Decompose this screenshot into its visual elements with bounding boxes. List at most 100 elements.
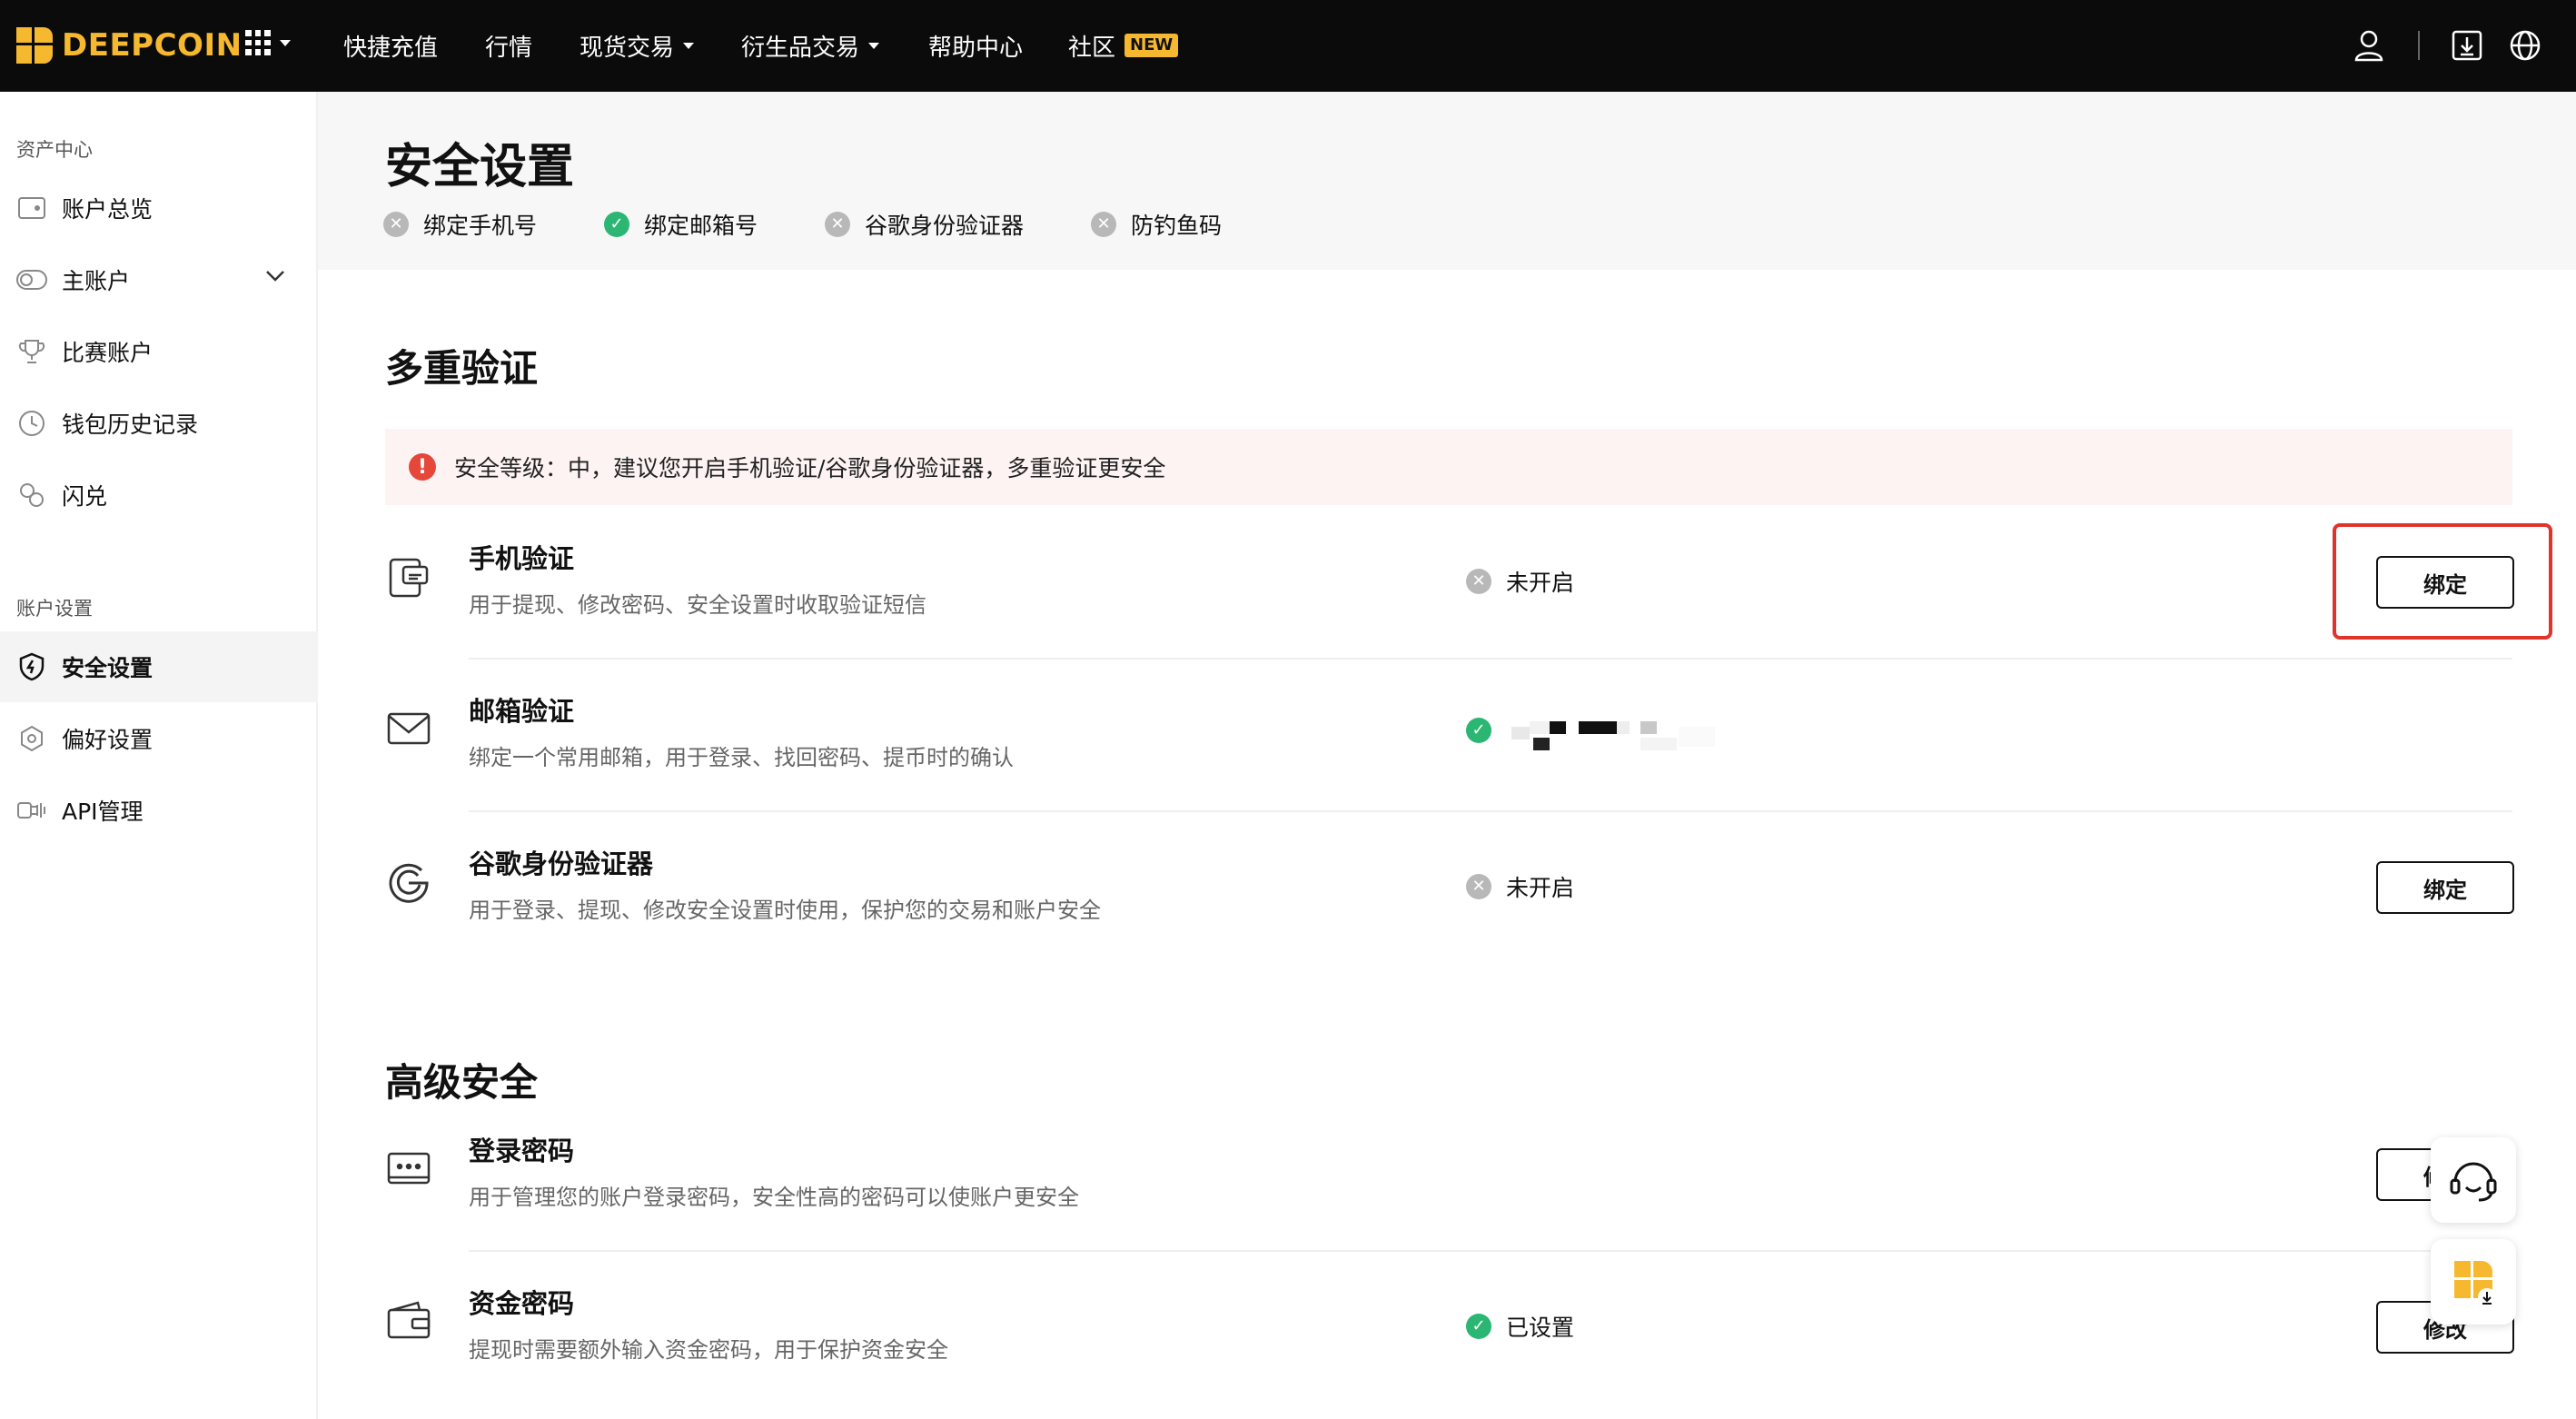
status-indicator: ✕ 未开启 [1466,565,1574,598]
password-icon [387,1152,431,1185]
highlight-annotation [2333,523,2552,640]
grid-icon [245,30,271,55]
summary-anti-phishing-code: ✕ 防钓鱼码 [1091,208,1222,241]
security-summary: ✕ 绑定手机号 ✓ 绑定邮箱号 ✕ 谷歌身份验证器 ✕ 防钓鱼码 [383,208,1289,241]
summary-label: 谷歌身份验证器 [865,213,1025,239]
row-description: 绑定一个常用邮箱，用于登录、找回密码、提币时的确认 [469,745,1014,770]
wallet-icon [387,1301,431,1339]
row-title: 登录密码 [469,1136,575,1166]
swap-icon [16,480,47,511]
nav-derivatives[interactable]: 衍生品交易 [741,27,880,64]
google-icon [389,863,429,903]
check-icon: ✓ [604,212,630,237]
sidebar-item-main-account[interactable]: 主账户 [0,244,318,315]
page-title: 安全设置 [385,140,575,194]
row-description: 用于提现、修改密码、安全设置时收取验证短信 [469,592,926,618]
bind-google-authenticator-button[interactable]: 绑定 [2376,861,2514,914]
deepcoin-logo[interactable]: DEEPCOIN [16,25,243,65]
sidebar-item-competition-account[interactable]: 比赛账户 [0,316,318,387]
sidebar-group-assets: 资产中心 [16,139,93,161]
email-verification-row: 邮箱验证 绑定一个常用邮箱，用于登录、找回密码、提币时的确认 ✓ [385,660,2512,812]
fund-password-row: 资金密码 提现时需要额外输入资金密码，用于保护资金安全 ✓ 已设置 修改 [385,1252,2514,1404]
nav-spot-trading[interactable]: 现货交易 [580,27,695,64]
user-profile-button[interactable] [2351,25,2387,65]
sidebar-item-security-settings[interactable]: 安全设置 [0,631,318,702]
chevron-down-icon [683,42,695,49]
email-icon [387,712,431,745]
chevron-down-icon [280,39,291,46]
security-level-alert: ! 安全等级：中，建议您开启手机验证/谷歌身份验证器，多重验证更安全 [385,429,2512,505]
status-off-icon: ✕ [1466,874,1491,899]
summary-label: 绑定邮箱号 [644,213,758,239]
summary-label: 绑定手机号 [423,213,538,239]
nav-markets[interactable]: 行情 [485,27,532,64]
user-icon [2354,30,2383,62]
wallet-icon [16,193,47,223]
row-title: 邮箱验证 [469,696,575,727]
sidebar-item-preferences[interactable]: 偏好设置 [0,703,318,774]
nav-label: 帮助中心 [928,34,1024,62]
nav-label: 行情 [485,34,533,62]
masked-email-value [1511,718,1715,754]
sidebar-group-account-settings: 账户设置 [16,598,93,620]
top-navbar: DEEPCOIN 快捷充值 行情 现货交易 衍生品交易 帮助中心 社区 NEW [0,0,2576,92]
nav-label: 快捷充值 [343,34,439,62]
download-app-widget[interactable] [2431,1239,2516,1325]
sidebar-item-label: 账户总览 [62,196,154,223]
chevron-down-icon[interactable] [265,270,285,283]
status-indicator: ✕ 未开启 [1466,870,1574,903]
sidebar: 资产中心 账户总览 主账户 比赛账户 钱包历史记录 闪兑 账户设置 安全设置 偏… [0,92,318,1419]
sidebar-item-flash-swap[interactable]: 闪兑 [0,460,318,531]
status-off-icon: ✕ [1466,569,1491,594]
summary-email-bound: ✓ 绑定邮箱号 [604,208,758,241]
phone-verification-row: 手机验证 用于提现、修改密码、安全设置时收取验证短信 ✕ 未开启 绑定 [385,507,2514,660]
page-header: 安全设置 ✕ 绑定手机号 ✓ 绑定邮箱号 ✕ 谷歌身份验证器 ✕ 防钓鱼码 [318,92,2576,270]
nav-quick-deposit[interactable]: 快捷充值 [343,27,438,64]
sidebar-item-label: 偏好设置 [62,727,154,753]
download-app-button[interactable] [2449,25,2485,65]
sidebar-item-label: 比赛账户 [62,340,154,366]
headset-icon [2450,1162,2497,1202]
status-indicator: ✓ [1466,718,1506,743]
nav-help-center[interactable]: 帮助中心 [928,27,1023,64]
summary-phone-bound: ✕ 绑定手机号 [383,208,537,241]
sidebar-item-wallet-history[interactable]: 钱包历史记录 [0,388,318,459]
shield-icon [16,651,47,682]
warning-icon: ! [409,453,436,481]
phone-message-icon [389,558,429,598]
nav-label: 衍生品交易 [741,34,860,62]
mfa-section-title: 多重验证 [385,346,539,391]
row-description: 用于管理您的账户登录密码，安全性高的密码可以使账户更安全 [469,1185,1079,1210]
check-icon: ✓ [1466,1314,1491,1339]
deepcoin-logo-icon [16,27,53,64]
sidebar-item-account-overview[interactable]: 账户总览 [0,173,318,243]
status-text: 未开启 [1506,570,1575,596]
sidebar-item-label: 安全设置 [62,655,154,681]
login-password-row: 登录密码 用于管理您的账户登录密码，安全性高的密码可以使账户更安全 修改 [385,1099,2514,1252]
sidebar-item-label: API管理 [62,799,144,825]
globe-icon [2510,30,2541,61]
summary-label: 防钓鱼码 [1131,213,1223,239]
deepcoin-download-icon [2454,1261,2496,1306]
alert-text: 安全等级：中，建议您开启手机验证/谷歌身份验证器，多重验证更安全 [454,455,1166,481]
row-description: 提现时需要额外输入资金密码，用于保护资金安全 [469,1337,948,1363]
apps-menu-button[interactable] [245,30,291,55]
row-description: 用于登录、提现、修改安全设置时使用，保护您的交易和账户安全 [469,898,1101,923]
new-badge: NEW [1125,34,1179,57]
sidebar-item-api-management[interactable]: API管理 [0,775,318,846]
nav-community[interactable]: 社区 NEW [1068,27,1179,64]
row-title: 手机验证 [469,543,575,574]
customer-support-button[interactable] [2431,1137,2516,1223]
nav-label: 现货交易 [580,34,675,62]
status-text: 已设置 [1506,1315,1575,1341]
summary-google-authenticator: ✕ 谷歌身份验证器 [825,208,1024,241]
nav-label: 社区 [1068,34,1116,62]
brand-name: DEEPCOIN [62,27,243,64]
language-button[interactable] [2507,25,2543,65]
status-indicator: ✓ 已设置 [1466,1310,1574,1343]
chevron-down-icon [868,42,880,49]
api-icon [16,795,47,826]
sidebar-item-label: 主账户 [62,268,131,294]
sidebar-item-label: 闪兑 [62,483,108,510]
sidebar-item-label: 钱包历史记录 [62,412,199,438]
